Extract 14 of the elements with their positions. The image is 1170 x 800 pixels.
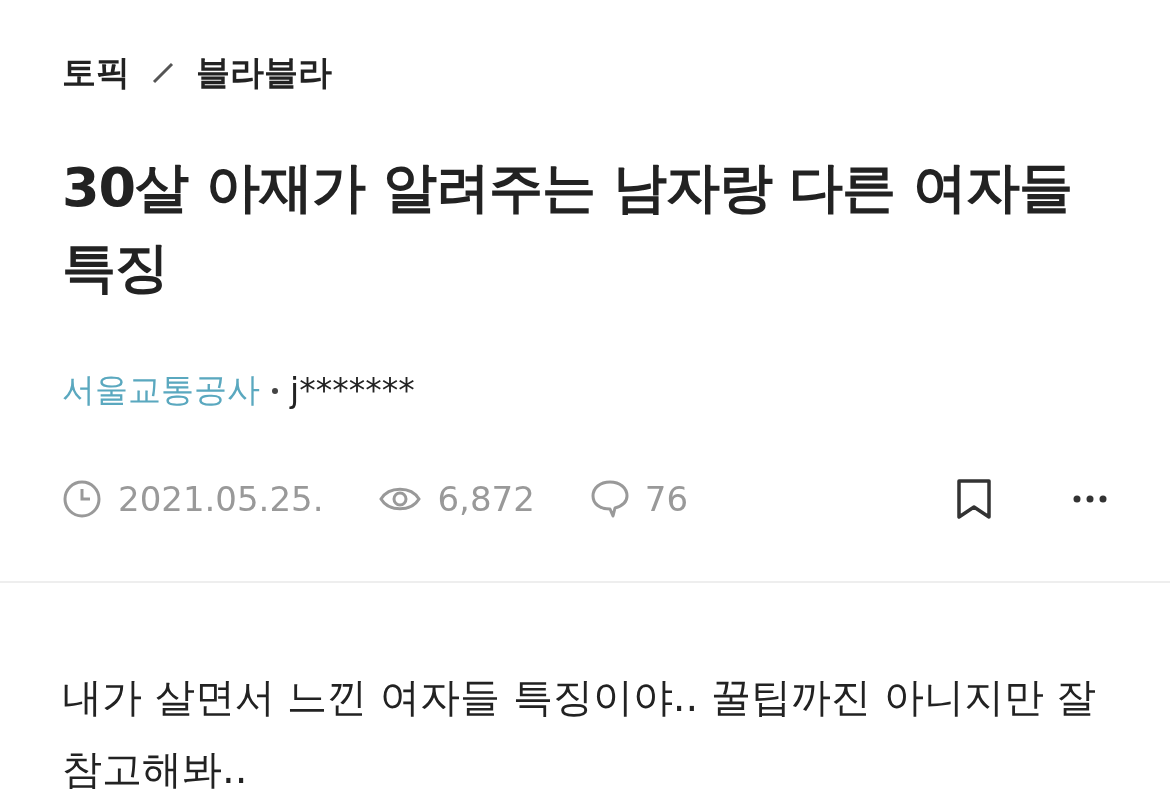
breadcrumb-link[interactable]: 블라블라 xyxy=(196,50,332,96)
post-body: 내가 살면서 느낀 여자들 특징이야.. 꿀팁까진 아니지만 잘 참고해봐.. xyxy=(62,673,1098,794)
view-count: 6,872 xyxy=(437,479,535,519)
bookmark-button[interactable] xyxy=(956,478,992,520)
breadcrumb-link[interactable]: 토픽 xyxy=(62,50,130,96)
slash-icon xyxy=(152,62,174,84)
post-date: 2021.05.25. xyxy=(118,479,324,519)
separator-dot-icon xyxy=(272,387,278,394)
clock-icon xyxy=(62,479,102,519)
post-title: 30살 아재가 알려주는 남자랑 다른 여자들 특징 xyxy=(62,155,1074,301)
speech-bubble-icon xyxy=(590,479,629,519)
comment-count: 76 xyxy=(644,479,689,519)
author-nickname: j******* xyxy=(290,371,415,410)
more-options-button[interactable] xyxy=(1072,494,1108,504)
